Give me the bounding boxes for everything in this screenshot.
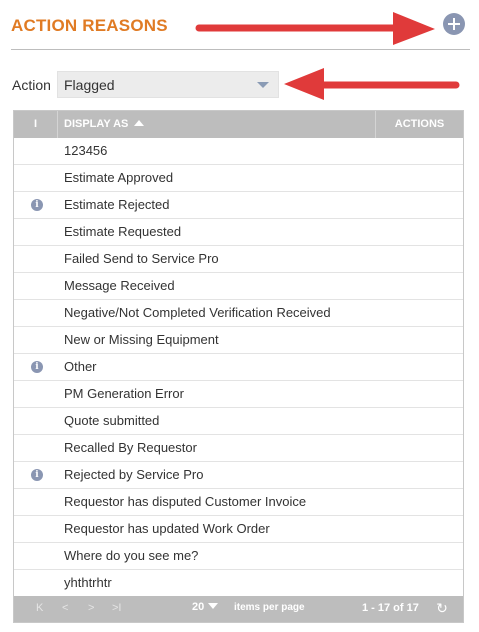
info-cell <box>14 570 58 596</box>
display-as-cell: Message Received <box>64 278 175 293</box>
display-as-cell: Negative/Not Completed Verification Rece… <box>64 305 331 320</box>
header-divider <box>11 49 470 50</box>
annotation-arrow-select <box>284 68 460 100</box>
info-cell <box>14 435 58 461</box>
table-row[interactable]: Requestor has disputed Customer Invoice <box>14 489 463 516</box>
table-row[interactable]: i Other <box>14 354 463 381</box>
info-cell <box>14 300 58 326</box>
table-row[interactable]: 123456 <box>14 138 463 165</box>
table-row[interactable]: i Rejected by Service Pro <box>14 462 463 489</box>
info-cell: i <box>14 354 58 380</box>
annotation-arrow-add <box>195 12 435 45</box>
column-header-display-as-label: DISPLAY AS <box>64 118 129 130</box>
info-cell <box>14 381 58 407</box>
column-header-info[interactable]: I <box>14 111 58 138</box>
page-size-label: items per page <box>234 602 305 613</box>
table-row[interactable]: Where do you see me? <box>14 543 463 570</box>
next-page-icon[interactable]: > <box>88 602 94 614</box>
info-cell: i <box>14 192 58 218</box>
display-as-cell: Requestor has updated Work Order <box>64 521 270 536</box>
info-cell <box>14 516 58 542</box>
display-as-cell: Quote submitted <box>64 413 160 428</box>
display-as-cell: Failed Send to Service Pro <box>64 251 219 266</box>
info-cell <box>14 543 58 569</box>
first-page-icon[interactable]: K <box>36 602 43 614</box>
table-row[interactable]: yhthtrhtr <box>14 570 463 597</box>
page-size-value: 20 <box>192 601 205 613</box>
info-icon[interactable]: i <box>31 469 43 481</box>
grid-header: I DISPLAY AS ACTIONS <box>14 111 463 138</box>
action-select-value: Flagged <box>64 77 115 93</box>
table-row[interactable]: New or Missing Equipment <box>14 327 463 354</box>
table-row[interactable]: Message Received <box>14 273 463 300</box>
table-row[interactable]: Negative/Not Completed Verification Rece… <box>14 300 463 327</box>
display-as-cell: Other <box>64 359 97 374</box>
table-row[interactable]: Requestor has updated Work Order <box>14 516 463 543</box>
info-cell <box>14 489 58 515</box>
info-cell <box>14 273 58 299</box>
column-header-actions: ACTIONS <box>394 118 445 130</box>
display-as-cell: Estimate Approved <box>64 170 174 185</box>
grid-body: 123456 Estimate Approved i Estimate Rejecte… <box>14 138 463 597</box>
action-reasons-grid: I DISPLAY AS ACTIONS 123456 Estimate Appr… <box>13 110 464 623</box>
info-icon[interactable]: i <box>31 199 43 211</box>
refresh-icon[interactable]: ↻ <box>434 600 450 616</box>
table-row[interactable]: PM Generation Error <box>14 381 463 408</box>
grid-pager: K < > >I 20 items per page 1 - 17 of 17 … <box>14 596 463 622</box>
last-page-icon[interactable]: >I <box>112 602 121 614</box>
sort-ascending-icon <box>134 120 145 126</box>
table-row[interactable]: Recalled By Requestor <box>14 435 463 462</box>
prev-page-icon[interactable]: < <box>62 602 68 614</box>
page-size-select[interactable]: 20 <box>192 601 219 613</box>
display-as-cell: PM Generation Error <box>64 386 184 401</box>
info-cell <box>14 408 58 434</box>
info-cell: i <box>14 462 58 488</box>
info-cell <box>14 219 58 245</box>
table-row[interactable]: Estimate Approved <box>14 165 463 192</box>
action-label: Action <box>12 77 51 93</box>
display-as-cell: yhthtrhtr <box>64 575 112 590</box>
display-as-cell: Estimate Rejected <box>64 197 170 212</box>
table-row[interactable]: i Estimate Rejected <box>14 192 463 219</box>
display-as-cell: 123456 <box>64 143 108 158</box>
column-header-display-as[interactable]: DISPLAY AS <box>58 111 376 138</box>
display-as-cell: Where do you see me? <box>64 548 199 563</box>
display-as-cell: Recalled By Requestor <box>64 440 197 455</box>
page-title: ACTION REASONS <box>11 16 168 35</box>
display-as-cell: Estimate Requested <box>64 224 182 239</box>
info-cell <box>14 246 58 272</box>
display-as-cell: New or Missing Equipment <box>64 332 219 347</box>
display-as-cell: Requestor has disputed Customer Invoice <box>64 494 307 509</box>
info-cell <box>14 138 58 164</box>
info-icon[interactable]: i <box>31 361 43 373</box>
table-row[interactable]: Quote submitted <box>14 408 463 435</box>
info-cell <box>14 165 58 191</box>
table-row[interactable]: Failed Send to Service Pro <box>14 246 463 273</box>
add-reason-button[interactable] <box>443 13 465 35</box>
display-as-cell: Rejected by Service Pro <box>64 467 204 482</box>
table-row[interactable]: Estimate Requested <box>14 219 463 246</box>
action-select[interactable]: Flagged <box>57 71 279 98</box>
info-cell <box>14 327 58 353</box>
chevron-down-icon <box>208 603 219 609</box>
page-range: 1 - 17 of 17 <box>362 602 419 614</box>
chevron-down-icon <box>257 82 269 88</box>
